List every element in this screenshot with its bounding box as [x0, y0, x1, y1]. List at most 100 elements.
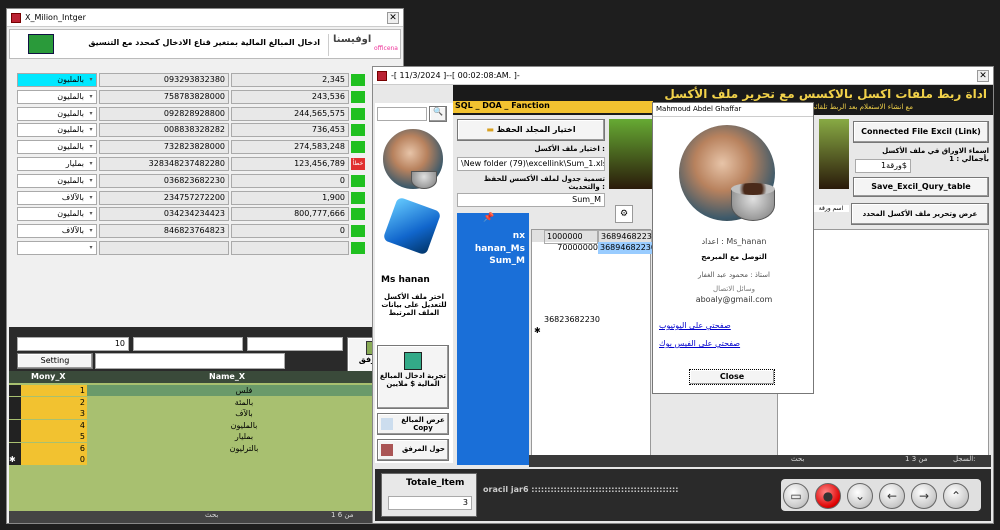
amount-row: بالمليون ▾ 034234234423 800,777,666 — [17, 207, 401, 222]
unit-select[interactable]: بالمليون ▾ — [17, 140, 97, 155]
file-path-field[interactable]: \New folder (79)\excellink\Sum_1.xlsx — [457, 157, 605, 171]
save-query-button[interactable]: Save_Excil_Qury_table — [853, 177, 989, 197]
value-field[interactable]: 274,583,248 — [231, 140, 349, 155]
datasheet-header: 1000000 3689468223 — [532, 230, 652, 244]
col-mony[interactable]: Mony_X — [31, 371, 101, 383]
value-field[interactable]: 123,456,789 — [231, 157, 349, 171]
table-row[interactable]: 3 بالآف — [9, 408, 401, 420]
code-field[interactable]: 092828928800 — [99, 106, 229, 121]
unit-select[interactable]: بمليار ▾ — [17, 157, 97, 171]
banner-title: اداة ربط ملفات اكسل بالاكسس مع تحرير ملف… — [664, 87, 987, 101]
grid-label-nx: nx — [512, 231, 525, 241]
window1-titlebar[interactable]: X_Milion_Intger — [7, 9, 403, 27]
table-name-field[interactable]: Sum_M — [457, 193, 605, 207]
code-field[interactable]: 034234234423 — [99, 207, 229, 222]
count-field[interactable]: 10 — [17, 337, 129, 351]
window1-close-button[interactable]: ✕ — [387, 12, 399, 24]
window2-titlebar[interactable]: -[ 11/3/2024 ]--[ 00:02:08:AM. ]- — [373, 67, 993, 85]
popup-title[interactable]: Mahmoud Abdel Ghaffar — [653, 103, 813, 117]
lower-panel: 10 Setting المرفق — [9, 327, 401, 377]
left-search-field[interactable] — [377, 107, 427, 121]
show-amounts-button[interactable]: عرض المبالغ Copy — [377, 413, 449, 435]
datasheet: 1000000 3689468223 70000000 36894682230 … — [531, 229, 656, 465]
table-row[interactable]: 1 فلس — [9, 385, 401, 397]
code-field[interactable]: 328348237482280 — [99, 157, 229, 171]
datasheet-row-last[interactable]: 36823682230 — [532, 314, 652, 326]
value-field[interactable] — [231, 241, 349, 255]
unit-select[interactable]: بالآلاف ▾ — [17, 190, 97, 205]
table-row[interactable]: 5 بمليار — [9, 431, 401, 443]
photo-strip — [609, 119, 653, 189]
code-field[interactable]: 093293832380 — [99, 73, 229, 87]
value-field[interactable]: 243,536 — [231, 89, 349, 104]
search-button[interactable]: 🔍 — [429, 106, 447, 122]
row-selector[interactable]: ✱ — [9, 454, 21, 465]
code-field[interactable]: 008838328282 — [99, 123, 229, 138]
setting-button[interactable]: Setting — [17, 353, 93, 369]
down-button[interactable]: ⌄ — [847, 483, 873, 509]
row-selector[interactable] — [9, 431, 21, 442]
value-field[interactable]: 736,453 — [231, 123, 349, 138]
value-field[interactable]: 800,777,666 — [231, 207, 349, 222]
unit-select[interactable]: بالمليون ▾ — [17, 173, 97, 188]
unit-select[interactable]: بالآلاف ▾ — [17, 224, 97, 239]
row-selector[interactable] — [9, 419, 21, 431]
row-selector[interactable] — [9, 385, 21, 396]
prev-button[interactable]: ← — [879, 483, 905, 509]
table-row[interactable]: ✱ 0 — [9, 454, 401, 466]
unit-select[interactable]: بالمليون ▾ — [17, 106, 97, 121]
code-field[interactable]: 234757272200 — [99, 190, 229, 205]
stop-button[interactable]: ● — [815, 483, 841, 509]
datasheet-row1[interactable]: 70000000 36894682230 — [532, 242, 656, 254]
ok-flag — [351, 225, 365, 238]
status-search[interactable]: بحث — [205, 511, 218, 519]
col-name[interactable]: Name_X — [209, 371, 269, 383]
popup-close-button[interactable]: Close — [689, 369, 775, 385]
window2-close-button[interactable]: ✕ — [977, 70, 989, 82]
code-field[interactable]: 846823764823 — [99, 224, 229, 239]
value-field[interactable]: 0 — [231, 173, 349, 188]
value-field[interactable]: 0 — [231, 224, 349, 239]
logo-text: اوفيسنا — [333, 34, 372, 45]
code-field[interactable]: 732823828000 — [99, 140, 229, 155]
connect-excel-button[interactable]: Connected File Excil (Link) — [853, 121, 989, 143]
table-row[interactable]: 2 بالمئة — [9, 396, 401, 409]
gear-icon[interactable]: ⚙ — [615, 205, 633, 223]
code-field[interactable]: 036823682230 — [99, 173, 229, 188]
view-excel-button[interactable]: عرض وتحرير ملف الأكسل المحدد — [851, 203, 989, 225]
code-field[interactable]: 758783828000 — [99, 89, 229, 104]
code-field[interactable] — [99, 241, 229, 255]
up-button[interactable]: ⌃ — [943, 483, 969, 509]
ok-flag — [351, 141, 365, 154]
popup-email[interactable]: aboaly@gmail.com — [657, 295, 811, 304]
value-field[interactable]: 244,565,575 — [231, 106, 349, 121]
unit-select[interactable]: بالمليون ▾ — [17, 73, 97, 87]
header-text: ادخال المبالغ المالية بمتغير قناع الادخا… — [88, 38, 320, 47]
unit-select[interactable]: بالمليون ▾ — [17, 89, 97, 104]
choose-folder-button[interactable]: ▬ اختيار المجلد الحفظ — [457, 119, 605, 141]
table-row[interactable]: 4 بالمليون — [9, 419, 401, 432]
facebook-link[interactable]: صفحتي على الفيس بوك — [659, 339, 740, 348]
about-button[interactable]: حول المرفق — [377, 439, 449, 461]
test-amounts-button[interactable]: تجربة ادخال المبالغ المالية $ ملايين — [377, 345, 449, 409]
unit-select[interactable]: ▾ — [17, 241, 97, 255]
row-selector[interactable] — [9, 396, 21, 408]
value-field[interactable]: 1,900 — [231, 190, 349, 205]
blank-field-a[interactable] — [133, 337, 243, 351]
blank-field-c[interactable] — [95, 353, 285, 369]
blank-field-b[interactable] — [247, 337, 343, 351]
unit-select[interactable]: بالمليون ▾ — [17, 123, 97, 138]
value-field[interactable]: 2,345 — [231, 73, 349, 87]
row-selector[interactable] — [9, 408, 21, 419]
print-button[interactable]: ▭ — [783, 483, 809, 509]
youtube-link[interactable]: صفحتي على اليوتيوب — [659, 321, 731, 330]
unit-select[interactable]: بالمليون ▾ — [17, 207, 97, 222]
ok-flag — [351, 124, 365, 137]
sheet-select[interactable]: ورقة1$ — [855, 159, 911, 173]
amount-row: بالمليون ▾ 008838328282 736,453 — [17, 123, 401, 138]
print-icon: ▭ — [790, 489, 802, 503]
table-row[interactable]: 6 بالترليون — [9, 442, 401, 455]
row-selector[interactable] — [9, 442, 21, 454]
status2-search[interactable]: بحث — [791, 455, 804, 463]
next-button[interactable]: → — [911, 483, 937, 509]
